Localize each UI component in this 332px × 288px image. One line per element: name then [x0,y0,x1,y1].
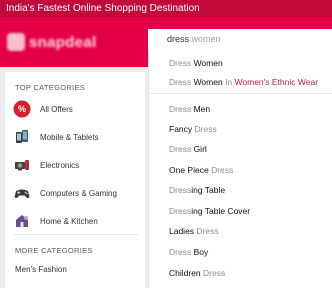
suggestion-text-part: Dress [169,104,192,114]
category-sidebar: TOP CATEGORIES % All Offers Mobile & Tab… [5,72,145,288]
suggestion-text-part: Dress [194,226,219,236]
category-label: All Offers [40,104,73,114]
site-logo[interactable]: snapdeal [7,31,117,53]
suggestion-text-part: Women [191,58,223,68]
home-kitchen-icon [13,212,31,230]
suggestion-item[interactable]: Dress Boy [169,247,208,257]
suggestion-text-part: Dress [169,77,192,87]
suggestion-text-part: Men [191,104,211,114]
category-label: Computers & Gaming [40,188,117,198]
suggestion-text-part: Women's Ethnic Wear [234,77,319,87]
more-categories-heading: MORE CATEGORIES [15,246,93,255]
suggestion-item[interactable]: Dress Men [169,104,210,114]
svg-text:%: % [18,104,26,114]
suggestion-item[interactable]: One Piece Dress [169,165,233,175]
category-label: Home & Kitchen [40,216,98,226]
category-all-offers[interactable]: % All Offers [13,98,141,120]
suggestion-text-part: Girl [191,144,207,154]
suggestion-separator [149,93,332,94]
suggestion-text-part: Dress [169,58,192,68]
top-categories-heading: TOP CATEGORIES [15,83,86,92]
suggestion-text-part: Dress [169,206,192,216]
search-input[interactable] [148,29,332,51]
suggestion-text-part: In [222,77,235,87]
suggestion-text-part: Dress [200,268,226,278]
suggestion-text-part: Boy [191,247,209,257]
suggestion-text-part: Women [191,77,223,87]
suggestion-text-part: Fancy [169,124,193,134]
category-label: Electronics [40,160,80,170]
category-electronics[interactable]: Electronics [13,154,141,176]
gamepad-icon [13,184,31,202]
suggestion-item[interactable]: Dress Women [169,58,223,68]
logo-mark-icon [7,33,25,51]
category-label: Mobile & Tablets [40,132,99,142]
suggestion-text-part: Dress [169,144,192,154]
suggestion-text-part: Ladies [169,226,195,236]
electronics-icon [13,156,31,174]
suggestion-item[interactable]: Dress Girl [169,144,207,154]
more-category-mens-fashion[interactable]: Men's Fashion [15,265,67,274]
suggestion-text-part: Dress [208,165,234,175]
suggestion-text-part: Children [169,268,201,278]
percent-offer-icon: % [13,100,31,118]
search-bar: dress women [148,29,332,51]
suggestion-item[interactable]: Ladies Dress [169,226,219,236]
suggestion-text-part: ing Table Cover [191,206,251,216]
top-banner: India's Fastest Online Shopping Destinat… [0,0,332,17]
suggestion-text-part: One Piece [169,165,209,175]
search-suggestions-dropdown: Dress Women Dress Women In Women's Ethnic… [148,51,332,288]
suggestion-text-part: Dress [192,124,217,134]
category-computers-gaming[interactable]: Computers & Gaming [13,182,141,204]
tagline-text: India's Fastest Online Shopping Destinat… [6,3,200,14]
sidebar-divider [13,234,139,235]
suggestion-item[interactable]: Dressing Table Cover [169,206,250,216]
suggestion-item[interactable]: Dressing Table [169,185,225,195]
mobile-phone-icon [13,128,31,146]
category-mobile-tablets[interactable]: Mobile & Tablets [13,126,141,148]
suggestion-text-part: Dress [169,185,192,195]
logo-text: snapdeal [29,33,97,51]
suggestion-item[interactable]: Fancy Dress [169,124,217,134]
suggestion-text-part: Dress [169,247,192,257]
suggestion-item[interactable]: Dress Women In Women's Ethnic Wear [169,77,318,87]
category-home-kitchen[interactable]: Home & Kitchen [13,210,141,232]
suggestion-text-part: ing Table [191,185,226,195]
suggestion-item[interactable]: Children Dress [169,268,225,278]
